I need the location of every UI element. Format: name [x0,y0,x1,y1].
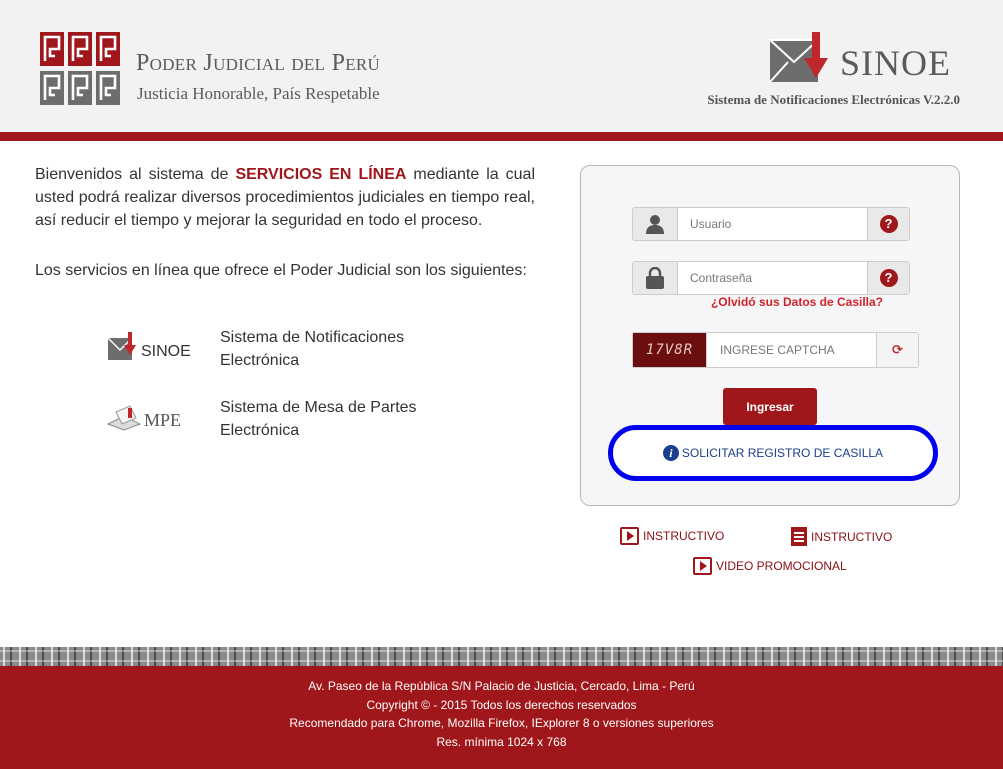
captcha-refresh-button[interactable]: ⟳ [876,333,918,367]
header-divider [0,132,1003,141]
login-panel: ? ? ¿Olvidó sus Datos de Casilla? 17V8R … [580,165,960,506]
refresh-icon: ⟳ [892,342,903,357]
username-help-button[interactable]: ? [867,208,909,240]
play-icon [693,557,712,575]
service-sinoe-label-line2: Electrónica [220,352,300,369]
sinoe-envelope-icon [768,32,828,83]
footer-address: Av. Paseo de la República S/N Palacio de… [308,679,695,693]
user-icon [633,208,678,240]
footer-pattern [0,647,1003,666]
captcha-text: 17V8R [645,342,694,358]
services-intro: Los servicios en línea que ofrece el Pod… [35,262,527,279]
mpe-service-logo-icon: MPE [106,405,181,431]
video-promocional-label: VIDEO PROMOCIONAL [716,559,847,573]
help-icon: ? [879,215,898,233]
welcome-text-part1: Bienvenidos al sistema de [35,166,236,183]
mpe-service-logo-text: MPE [144,410,181,430]
service-sinoe-label-line1: Sistema de Notificaciones [220,329,405,346]
service-mpe-label: Sistema de Mesa de Partes Electrónica [220,396,440,442]
info-icon: i [662,445,679,461]
welcome-text: Bienvenidos al sistema de SERVICIOS EN L… [35,163,535,232]
username-field: ? [632,207,910,241]
password-input[interactable] [678,262,867,294]
org-subtitle: Justicia Honorable, País Respetable [137,84,380,103]
forgot-credentials-text: ¿Olvidó sus Datos de Casilla? [710,295,884,309]
username-input[interactable] [678,208,867,240]
video-instructivo-link[interactable]: INSTRUCTIVO [620,527,724,545]
org-title: Poder Judicial del Perú [136,50,381,76]
service-mpe-label-line2: Electrónica [220,422,300,439]
login-button[interactable]: Ingresar [723,388,817,425]
service-sinoe-label: Sistema de Notificaciones Electrónica [220,326,440,372]
app-version: Sistema de Notificaciones Electrónicas V… [707,92,960,107]
request-mailbox-registration-button[interactable]: i SOLICITAR REGISTRO DE CASILLA [608,425,938,481]
service-sinoe: SINOE Sistema de Notificaciones Electrón… [106,326,446,376]
footer-min-resolution: Res. mínima 1024 x 768 [436,734,567,749]
pdf-instructivo-label: INSTRUCTIVO [811,529,893,544]
video-promocional-link[interactable]: VIDEO PROMOCIONAL [693,557,847,575]
sinoe-logo-text: SINOE [840,43,951,83]
captcha-field: 17V8R ⟳ [632,332,919,368]
page-header: Poder Judicial del Perú Justicia Honorab… [0,0,1003,132]
sinoe-service-logo-text: SINOE [141,343,191,360]
play-icon [620,527,639,545]
captcha-input[interactable] [707,333,876,367]
forgot-credentials-link[interactable]: ¿Olvidó sus Datos de Casilla? [607,295,987,309]
captcha-image: 17V8R [633,333,707,367]
document-icon [791,527,807,546]
poder-judicial-logo-icon [40,32,120,105]
video-instructivo-label: INSTRUCTIVO [643,529,725,543]
pdf-instructivo-link[interactable]: INSTRUCTIVO [791,527,892,546]
lock-icon [633,262,678,294]
service-mpe: MPE Sistema de Mesa de Partes Electrónic… [106,396,446,446]
welcome-highlight: SERVICIOS EN LÍNEA [235,166,407,183]
sinoe-service-logo-icon: SINOE [107,332,191,360]
password-field: ? [632,261,910,295]
footer-browser-recommendation: Recomendado para Chrome, Mozilla Firefox… [289,716,714,730]
footer-copyright: Copyright © - 2015 Todos los derechos re… [366,697,637,712]
page-footer: Av. Paseo de la República S/N Palacio de… [0,666,1003,769]
help-icon: ? [879,269,898,287]
service-mpe-label-line1: Sistema de Mesa de Partes [220,399,417,416]
password-help-button[interactable]: ? [867,262,909,294]
request-mailbox-registration-label: SOLICITAR REGISTRO DE CASILLA [681,446,884,460]
